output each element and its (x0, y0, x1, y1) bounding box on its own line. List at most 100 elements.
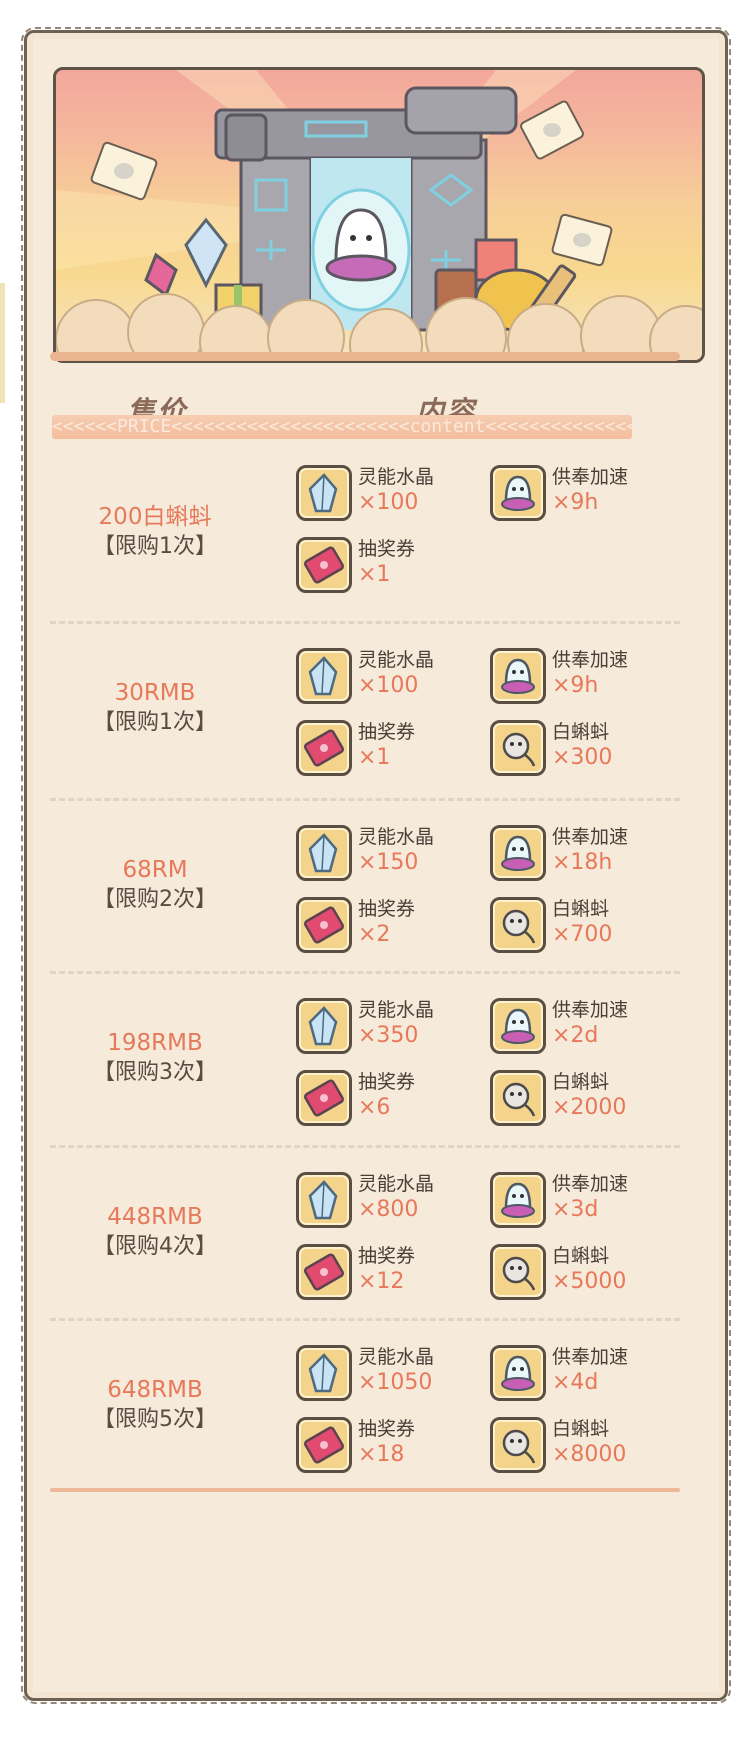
reward-item: 灵能水晶 ×150 (296, 825, 506, 883)
price-block: 200白蝌蚪 【限购1次】 (40, 502, 270, 562)
reward-quantity: ×3d (552, 1197, 599, 1222)
reward-item: 白蝌蚪 ×300 (490, 720, 700, 778)
reward-quantity: ×1 (358, 745, 391, 770)
price-block: 68RM 【限购2次】 (40, 855, 270, 915)
reward-quantity: ×150 (358, 850, 419, 875)
package-price: 30RMB (114, 680, 196, 706)
ticket-icon (296, 1244, 352, 1300)
tadpole-icon (490, 1417, 546, 1473)
purchase-limit: 【限购5次】 (93, 1407, 217, 1432)
package-price: 198RMB (107, 1030, 203, 1056)
reward-item: 白蝌蚪 ×8000 (490, 1417, 700, 1475)
reward-quantity: ×9h (552, 490, 599, 515)
reward-name: 供奉加速 (552, 1173, 629, 1195)
ghost-speedup-icon (490, 465, 546, 521)
reward-item: 供奉加速 ×2d (490, 998, 700, 1056)
section-divider (50, 1145, 680, 1148)
ticket-icon (296, 897, 352, 953)
purchase-limit: 【限购3次】 (93, 1060, 217, 1085)
reward-quantity: ×100 (358, 490, 419, 515)
reward-quantity: ×2000 (552, 1095, 627, 1120)
reward-item: 供奉加速 ×9h (490, 465, 700, 523)
price-block: 448RMB 【限购4次】 (40, 1202, 270, 1262)
reward-item: 抽奖券 ×1 (296, 537, 506, 595)
reward-item: 供奉加速 ×18h (490, 825, 700, 883)
reward-name: 抽奖券 (358, 1071, 416, 1093)
reward-quantity: ×350 (358, 1023, 419, 1048)
reward-quantity: ×8000 (552, 1442, 627, 1467)
reward-item: 灵能水晶 ×350 (296, 998, 506, 1056)
package-row: 198RMB 【限购3次】 灵能水晶 ×350 供奉加速 ×2d 抽奖券 ×6 白蝌蚪 ×2000 (0, 993, 750, 1153)
reward-quantity: ×300 (552, 745, 613, 770)
tadpole-icon (490, 1070, 546, 1126)
ticket-icon (296, 1070, 352, 1126)
reward-quantity: ×18 (358, 1442, 405, 1467)
package-price: 200白蝌蚪 (98, 504, 212, 530)
reward-item: 抽奖券 ×6 (296, 1070, 506, 1128)
section-divider (50, 621, 680, 624)
ticket-icon (296, 1417, 352, 1473)
section-divider (50, 971, 680, 974)
reward-quantity: ×1050 (358, 1370, 433, 1395)
reward-quantity: ×100 (358, 673, 419, 698)
package-row: 200白蝌蚪 【限购1次】 灵能水晶 ×100 供奉加速 ×9h 抽奖券 ×1 (0, 460, 750, 620)
reward-name: 供奉加速 (552, 1346, 629, 1368)
crystal-icon (296, 998, 352, 1054)
reward-quantity: ×5000 (552, 1269, 627, 1294)
reward-name: 供奉加速 (552, 466, 629, 488)
reward-item: 抽奖券 ×2 (296, 897, 506, 955)
ghost-speedup-icon (490, 1345, 546, 1401)
ghost-speedup-icon (490, 648, 546, 704)
footer-bar (50, 1488, 680, 1492)
reward-item: 供奉加速 ×4d (490, 1345, 700, 1403)
reward-name: 白蝌蚪 (552, 1245, 610, 1267)
reward-name: 抽奖券 (358, 721, 416, 743)
reward-item: 白蝌蚪 ×5000 (490, 1244, 700, 1302)
purchase-limit: 【限购1次】 (93, 534, 217, 559)
reward-item: 灵能水晶 ×100 (296, 648, 506, 706)
package-row: 648RMB 【限购5次】 灵能水晶 ×1050 供奉加速 ×4d 抽奖券 ×18 白蝌蚪 ×80… (0, 1340, 750, 1500)
price-block: 648RMB 【限购5次】 (40, 1375, 270, 1435)
reward-name: 白蝌蚪 (552, 721, 610, 743)
reward-name: 白蝌蚪 (552, 1071, 610, 1093)
price-block: 198RMB 【限购3次】 (40, 1028, 270, 1088)
reward-quantity: ×2 (358, 922, 391, 947)
reward-quantity: ×2d (552, 1023, 599, 1048)
reward-item: 白蝌蚪 ×700 (490, 897, 700, 955)
reward-quantity: ×18h (552, 850, 613, 875)
reward-quantity: ×700 (552, 922, 613, 947)
promo-page: 售价 内容 <<<<<<PRICE<<<<<<<<<<<<<<<<<<<<<<c… (0, 0, 750, 1737)
tadpole-icon (490, 720, 546, 776)
reward-item: 灵能水晶 ×100 (296, 465, 506, 523)
reward-name: 抽奖券 (358, 898, 416, 920)
ticket-icon (296, 537, 352, 593)
reward-quantity: ×4d (552, 1370, 599, 1395)
reward-name: 供奉加速 (552, 649, 629, 671)
crystal-icon (296, 648, 352, 704)
reward-name: 灵能水晶 (358, 466, 435, 488)
ghost-speedup-icon (490, 825, 546, 881)
reward-quantity: ×12 (358, 1269, 405, 1294)
package-price: 448RMB (107, 1204, 203, 1230)
reward-name: 灵能水晶 (358, 1346, 435, 1368)
reward-name: 灵能水晶 (358, 1173, 435, 1195)
reward-name: 抽奖券 (358, 538, 416, 560)
package-row: 30RMB 【限购1次】 灵能水晶 ×100 供奉加速 ×9h 抽奖券 ×1 白蝌蚪 ×300 (0, 643, 750, 803)
ticket-icon (296, 720, 352, 776)
reward-name: 灵能水晶 (358, 999, 435, 1021)
reward-item: 灵能水晶 ×1050 (296, 1345, 506, 1403)
reward-item: 灵能水晶 ×800 (296, 1172, 506, 1230)
reward-quantity: ×9h (552, 673, 599, 698)
reward-name: 供奉加速 (552, 999, 629, 1021)
reward-item: 抽奖券 ×12 (296, 1244, 506, 1302)
reward-item: 供奉加速 ×9h (490, 648, 700, 706)
reward-name: 灵能水晶 (358, 649, 435, 671)
package-list: 200白蝌蚪 【限购1次】 灵能水晶 ×100 供奉加速 ×9h 抽奖券 ×1 30RMB 【限购… (0, 0, 750, 1737)
reward-name: 抽奖券 (358, 1418, 416, 1440)
ghost-speedup-icon (490, 1172, 546, 1228)
section-divider (50, 1318, 680, 1321)
reward-quantity: ×1 (358, 562, 391, 587)
purchase-limit: 【限购4次】 (93, 1234, 217, 1259)
reward-item: 白蝌蚪 ×2000 (490, 1070, 700, 1128)
package-price: 648RMB (107, 1377, 203, 1403)
